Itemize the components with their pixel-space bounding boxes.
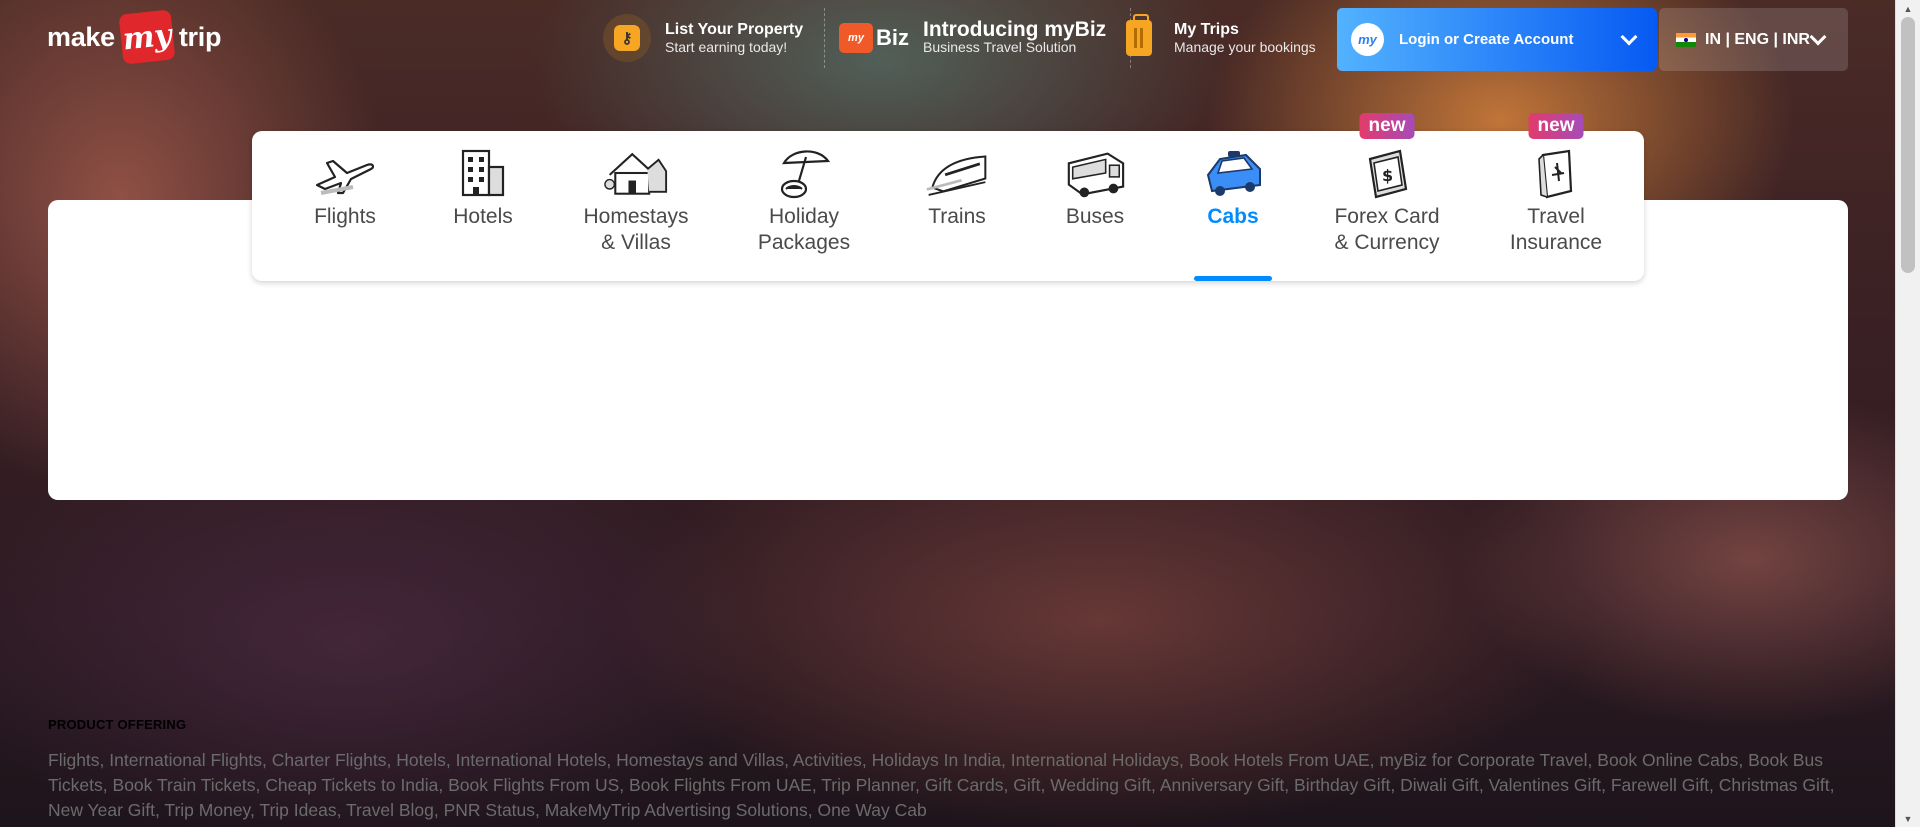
login-button[interactable]: my Login or Create Account	[1337, 8, 1657, 71]
nav-item-holiday-packages[interactable]: Holiday Packages	[720, 131, 888, 281]
nav-item-flights[interactable]: Flights	[276, 131, 414, 281]
product-nav: Flights Hotels Homestays & Villas Holida…	[252, 113, 1644, 281]
my-trips-subtitle: Manage your bookings	[1174, 39, 1316, 55]
footer-link[interactable]: New Year Gift	[48, 800, 155, 820]
page-scrollbar[interactable]: ▲ ▼	[1895, 0, 1920, 827]
list-property-link[interactable]: ⚷ List Your Property Start earning today…	[603, 12, 803, 64]
footer-link[interactable]: Anniversary Gift	[1160, 775, 1284, 795]
mybiz-icon-text: Biz	[876, 25, 909, 50]
nav-label: Flights	[314, 205, 376, 228]
nav-label: Cabs	[1207, 205, 1259, 228]
list-property-subtitle: Start earning today!	[665, 39, 788, 55]
footer-link[interactable]: Birthday Gift	[1294, 775, 1390, 795]
footer-link[interactable]: Holidays In India	[872, 750, 1001, 770]
footer-link[interactable]: Trip Planner	[821, 775, 915, 795]
footer-link[interactable]: Wedding Gift	[1050, 775, 1151, 795]
nav-label: Homestays & Villas	[583, 205, 689, 254]
nav-item-trains[interactable]: Trains	[888, 131, 1026, 281]
nav-label: Hotels	[453, 205, 513, 228]
footer-link[interactable]: Diwali Gift	[1400, 775, 1479, 795]
footer-links: Flights, International Flights, Charter …	[48, 750, 1835, 820]
footer-link[interactable]: Book Online Cabs	[1597, 750, 1738, 770]
footer-link[interactable]: Book Train Tickets	[113, 775, 256, 795]
footer-link[interactable]: International Flights	[109, 750, 262, 770]
nav-item-buses[interactable]: Buses	[1026, 131, 1164, 281]
footer-link[interactable]: myBiz for Corporate Travel	[1379, 750, 1587, 770]
locale-label: IN | ENG | INR	[1705, 30, 1810, 48]
nav-label: Trains	[928, 205, 986, 228]
footer-link[interactable]: Charter Flights	[272, 750, 387, 770]
chevron-down-icon	[1809, 28, 1827, 45]
property-key-icon: ⚷	[603, 14, 651, 62]
nav-label: Travel Insurance	[1509, 205, 1603, 254]
my-trips-title: My Trips	[1174, 21, 1239, 38]
footer-link[interactable]: Book Flights From UAE	[629, 775, 812, 795]
logo-trip: trip	[178, 21, 222, 52]
footer-link[interactable]: One Way Cab	[817, 800, 926, 820]
footer-link[interactable]: Valentines Gift	[1489, 775, 1602, 795]
makemytrip-logo[interactable]: make my trip	[47, 9, 222, 65]
plane-icon	[313, 145, 377, 201]
footer-link[interactable]: International Holidays	[1011, 750, 1179, 770]
footer-link[interactable]: Activities	[793, 750, 862, 770]
insurance-icon	[1524, 145, 1588, 201]
footer-link[interactable]: Farewell Gift	[1611, 775, 1709, 795]
train-icon	[925, 145, 989, 201]
forex-card-icon: $	[1355, 145, 1419, 201]
nav-item-travel-insurance[interactable]: new Travel Insurance	[1472, 113, 1640, 281]
umbrella-icon	[772, 145, 836, 201]
footer-link[interactable]: Homestays and Villas	[616, 750, 784, 770]
footer-link[interactable]: MakeMyTrip Advertising Solutions	[545, 800, 808, 820]
chevron-down-icon	[1620, 28, 1638, 45]
footer-link[interactable]: Book Flights From US	[448, 775, 619, 795]
house-icon	[604, 145, 668, 201]
locale-selector[interactable]: IN | ENG | INR	[1659, 8, 1848, 71]
logo-my-badge: my	[118, 9, 176, 65]
scroll-down-arrow-icon[interactable]: ▼	[1896, 810, 1920, 827]
footer-link[interactable]: Gift Cards	[925, 775, 1004, 795]
footer-link[interactable]: Cheap Tickets to India	[265, 775, 438, 795]
nav-label: Buses	[1065, 205, 1125, 228]
product-offering-footer: PRODUCT OFFERING Flights, International …	[48, 717, 1848, 823]
footer-link[interactable]: International Hotels	[456, 750, 607, 770]
footer-link[interactable]: Travel Blog	[346, 800, 434, 820]
list-property-title: List Your Property	[665, 21, 804, 38]
nav-item-forex[interactable]: new $ Forex Card & Currency	[1302, 113, 1472, 281]
user-avatar-icon: my	[1351, 23, 1384, 56]
scroll-up-arrow-icon[interactable]: ▲	[1896, 0, 1920, 17]
scroll-thumb[interactable]	[1901, 17, 1915, 273]
footer-link[interactable]: Book Hotels From UAE	[1189, 750, 1370, 770]
new-badge: new	[1528, 113, 1584, 139]
mybiz-icon: my Biz	[839, 23, 909, 53]
nav-item-hotels[interactable]: Hotels	[414, 131, 552, 281]
building-icon	[451, 145, 515, 201]
mybiz-title: Introducing myBiz	[923, 18, 1107, 41]
footer-title: PRODUCT OFFERING	[48, 717, 187, 732]
nav-item-cabs[interactable]: Cabs	[1164, 131, 1302, 281]
mybiz-subtitle: Business Travel Solution	[923, 39, 1077, 55]
suitcase-icon	[1126, 14, 1152, 56]
footer-link[interactable]: Christmas Gift	[1719, 775, 1830, 795]
footer-link[interactable]: Gift	[1013, 775, 1040, 795]
mybiz-bag-icon: my	[839, 23, 873, 53]
footer-link[interactable]: Trip Ideas	[259, 800, 336, 820]
nav-item-homestays[interactable]: Homestays & Villas	[552, 131, 720, 281]
footer-link[interactable]: PNR Status	[444, 800, 535, 820]
login-label: Login or Create Account	[1399, 31, 1574, 48]
india-flag-icon	[1676, 32, 1696, 47]
cab-icon	[1201, 145, 1265, 201]
svg-text:$: $	[1382, 166, 1393, 185]
nav-label: Holiday Packages	[757, 205, 851, 254]
logo-make: make	[47, 21, 115, 52]
nav-label: Forex Card & Currency	[1334, 205, 1440, 254]
footer-link[interactable]: Trip Money	[164, 800, 250, 820]
mybiz-link[interactable]: my Biz Introducing myBiz Business Travel…	[824, 8, 1132, 68]
footer-link[interactable]: Flights	[48, 750, 100, 770]
footer-link[interactable]: Hotels	[396, 750, 446, 770]
bus-icon	[1063, 145, 1127, 201]
my-trips-link[interactable]: My Trips Manage your bookings	[1126, 12, 1316, 64]
new-badge: new	[1359, 113, 1415, 139]
